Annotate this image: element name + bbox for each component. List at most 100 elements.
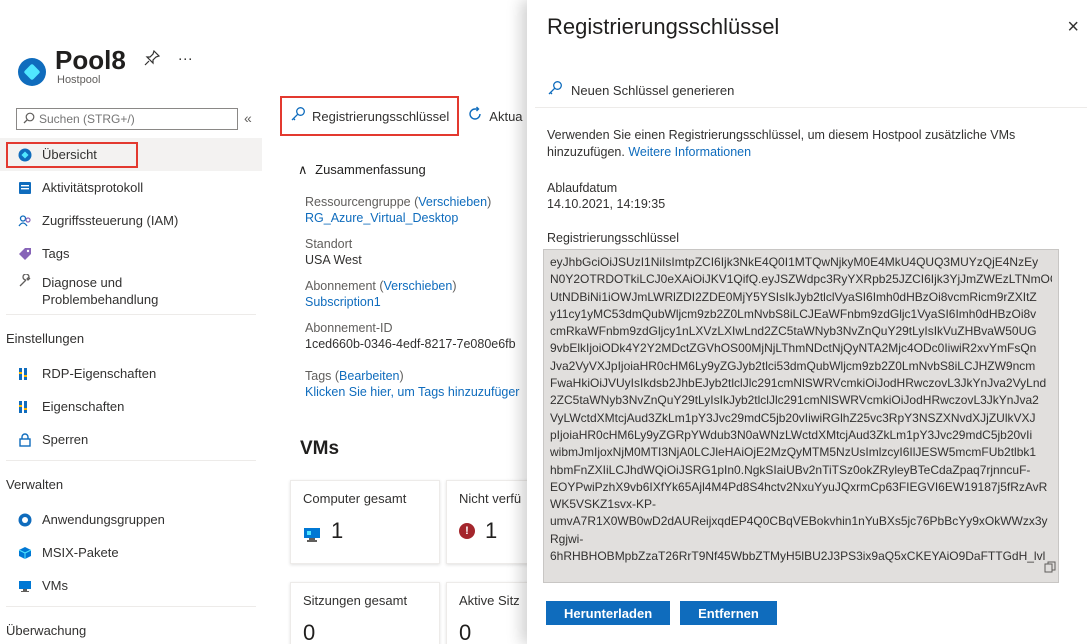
refresh-button[interactable]: Aktua — [459, 96, 530, 136]
key-line: umvA7R1X0WB0wD2dAUReijxqdEP4Q0CBqVEBokvh… — [550, 514, 1048, 529]
search-icon — [23, 112, 35, 127]
refresh-icon — [467, 106, 483, 126]
key-line: UtNDBiNi1iOWJmLWRlZDI2ZDE0MjY5YSIsIkJyb2… — [550, 289, 1037, 304]
key-line: y11cy1yMC53dmQubWljcm9zb2Z0LmNvbS8iLCJEa… — [550, 306, 1037, 321]
nav-section-settings: Einstellungen — [6, 330, 85, 346]
tile-total-computers[interactable]: Computer gesamt 1 — [290, 480, 440, 564]
key-label: Registrierungsschlüssel — [547, 231, 680, 245]
subscription-link[interactable]: Subscription1 — [305, 294, 525, 310]
move-rg-link[interactable]: Verschieben — [418, 195, 487, 209]
sidebar-item-msix[interactable]: MSIX-Pakete — [0, 536, 262, 569]
package-icon — [18, 546, 32, 560]
key-line: WK5VSKZ1svx-KP- — [550, 497, 657, 512]
sidebar-item-label: Zugriffssteuerung (IAM) — [42, 213, 179, 228]
search-input[interactable] — [39, 112, 219, 126]
move-sub-link[interactable]: Verschieben — [384, 279, 453, 293]
resource-group-link[interactable]: RG_Azure_Virtual_Desktop — [305, 210, 525, 226]
remove-button[interactable]: Entfernen — [680, 601, 777, 625]
key-icon — [290, 106, 306, 126]
sidebar-item-label: Sperren — [42, 432, 89, 447]
generate-key-button[interactable]: Neuen Schlüssel generieren — [547, 80, 734, 100]
chevron-up-icon: ∧ — [298, 162, 308, 177]
add-tags-link[interactable]: Klicken Sie hier, um Tags hinzuzufüger — [305, 384, 525, 400]
key-line: eyJhbGciOiJSUzI1NiIsImtpZCI6Ijk3NkE4Q0I1… — [550, 255, 1039, 269]
panel-description: Verwenden Sie einen Registrierungsschlüs… — [547, 128, 1016, 159]
sidebar-item-app-groups[interactable]: Anwendungsgruppen — [0, 503, 262, 536]
key-line: pIjoiaHR0cHM6Ly9yZGRpYWdub3N0aWNzLWctdXM… — [550, 427, 1033, 442]
registration-key-panel: Registrierungsschlüssel × Neuen Schlüsse… — [527, 0, 1087, 644]
properties-icon — [18, 367, 32, 381]
activity-log-icon — [18, 181, 32, 195]
sidebar-item-label: RDP-Eigenschaften — [42, 366, 157, 381]
key-line: hbmFnZXIiLCJhdWQiOiJSRG1pIn0.NgkSIaiUBv2… — [550, 462, 1031, 477]
error-icon: ! — [459, 523, 475, 539]
panel-title: Registrierungsschlüssel — [547, 14, 780, 39]
collapse-icon[interactable]: « — [244, 110, 252, 126]
key-icon — [547, 80, 563, 100]
learn-more-link[interactable]: Weitere Informationen — [628, 145, 751, 159]
sidebar-item-label: Eigenschaften — [42, 399, 125, 414]
tile-unavailable[interactable]: Nicht verfü ! 1 — [446, 480, 536, 564]
vms-heading: VMs — [300, 438, 340, 459]
sidebar-item-label: VMs — [42, 578, 68, 593]
sidebar-item-label: Anwendungsgruppen — [42, 512, 165, 527]
tile-active-sessions[interactable]: Aktive Sitz 0 — [446, 582, 536, 644]
location-value: USA West — [305, 253, 362, 267]
iam-icon — [18, 214, 32, 228]
key-line: cmRkaWFnbm9zdGljcy1nLXVzLXIwLnd2ZC5taWNy… — [550, 324, 1037, 339]
pin-icon[interactable] — [144, 49, 160, 70]
copy-icon[interactable] — [1044, 561, 1056, 578]
resource-header: Pool8 Hostpool ··· — [18, 44, 193, 86]
sidebar-item-activity-log[interactable]: Aktivitätsprotokoll — [0, 171, 262, 204]
resource-title: Pool8 — [55, 45, 126, 75]
nav-section-manage: Verwalten — [6, 476, 64, 492]
sidebar-item-iam[interactable]: Zugriffssteuerung (IAM) — [0, 204, 262, 237]
sidebar-item-rdp-properties[interactable]: RDP-Eigenschaften — [0, 357, 262, 390]
app-group-icon — [18, 513, 32, 527]
key-line: Rgjwi- — [550, 531, 584, 546]
registration-key-label: Registrierungsschlüssel — [312, 108, 450, 124]
command-bar: Registrierungsschlüssel Aktua — [280, 96, 531, 136]
sidebar-item-diagnose[interactable]: Diagnose und Problembehandlung — [0, 270, 262, 314]
more-icon[interactable]: ··· — [178, 50, 193, 70]
sidebar-item-vms[interactable]: VMs — [0, 569, 262, 602]
registration-key-button[interactable]: Registrierungsschlüssel — [280, 96, 460, 136]
hostpool-icon — [18, 58, 46, 86]
key-line: 9vbElkIjoiODk4Y2Y2MDctZGVhOS00MjNjLThmND… — [550, 341, 1037, 356]
monitor-icon — [18, 579, 32, 593]
search-box[interactable] — [16, 108, 238, 130]
subscription-id-value: 1ced660b-0346-4edf-8217-7e080e6fb — [305, 337, 516, 351]
refresh-label: Aktua — [489, 108, 523, 124]
properties-icon — [18, 400, 32, 414]
wrench-icon — [18, 274, 32, 288]
edit-tags-link[interactable]: Bearbeiten — [339, 369, 399, 383]
nav-section-monitoring: Überwachung — [6, 622, 87, 638]
sidebar-item-tags[interactable]: Tags — [0, 237, 262, 270]
expiry-label: Ablaufdatum — [547, 181, 618, 195]
sidebar-item-label: Tags — [42, 246, 70, 261]
highlight-frame — [6, 141, 138, 168]
key-line: N0Y2OTRDOTkiLCJ0eXAiOiJKV1QifQ.eyJSZWdpc… — [550, 272, 1052, 287]
registration-key-textbox[interactable]: eyJhbGciOiJSUzI1NiIsImtpZCI6Ijk3NkE4Q0I1… — [543, 249, 1059, 583]
sidebar-item-overview[interactable]: Übersicht — [0, 138, 262, 171]
tile-total-sessions[interactable]: Sitzungen gesamt 0 — [290, 582, 440, 644]
key-line: EOYPwiPzhX9vb6IXfYk65Ajl4M4Pd8S4hctv2Nxu… — [550, 479, 1048, 494]
download-button[interactable]: Herunterladen — [546, 601, 671, 625]
essentials-panel: Ressourcengruppe (Verschieben) RG_Azure_… — [305, 194, 525, 410]
monitor-icon — [303, 523, 321, 542]
key-line: FwaHkiOiJVUyIsIkdsb2JhbEJyb2tlclJlc291cm… — [550, 376, 1047, 391]
key-line: 2ZC5taWNyb3NvZnQuY29tLyIsIkJyb2tlclJlc29… — [550, 393, 1039, 408]
sidebar-item-label: Aktivitätsprotokoll — [42, 180, 144, 195]
sidebar-item-locks[interactable]: Sperren — [0, 423, 262, 456]
expiry-value: 14.10.2021, 14:19:35 — [547, 197, 666, 211]
key-line: VyLWctdXMtcjAud3ZkLm1pY3Jvc29mdC5jb20vIi… — [550, 410, 1036, 425]
close-icon[interactable]: × — [1067, 16, 1079, 39]
essentials-toggle[interactable]: ∧ Zusammenfassung — [298, 162, 426, 178]
key-line: wibmJmIjoxNjM0MTI3NjA0LCJleHAiOjE2MzQyMT… — [550, 445, 1037, 460]
lock-icon — [18, 432, 32, 447]
sidebar-item-properties[interactable]: Eigenschaften — [0, 390, 262, 423]
sidebar-item-label: Diagnose und Problembehandlung — [42, 275, 159, 307]
tag-icon — [18, 247, 32, 261]
key-line: 6hRHBHOBMpbZzaT26RrT9Nf45WbbZTMyH5lBU2J3… — [550, 549, 1046, 564]
key-line: Jva2VyVXJpIjoiaHR0cHM6Ly9yZGJyb2tlci53dm… — [550, 358, 1036, 373]
